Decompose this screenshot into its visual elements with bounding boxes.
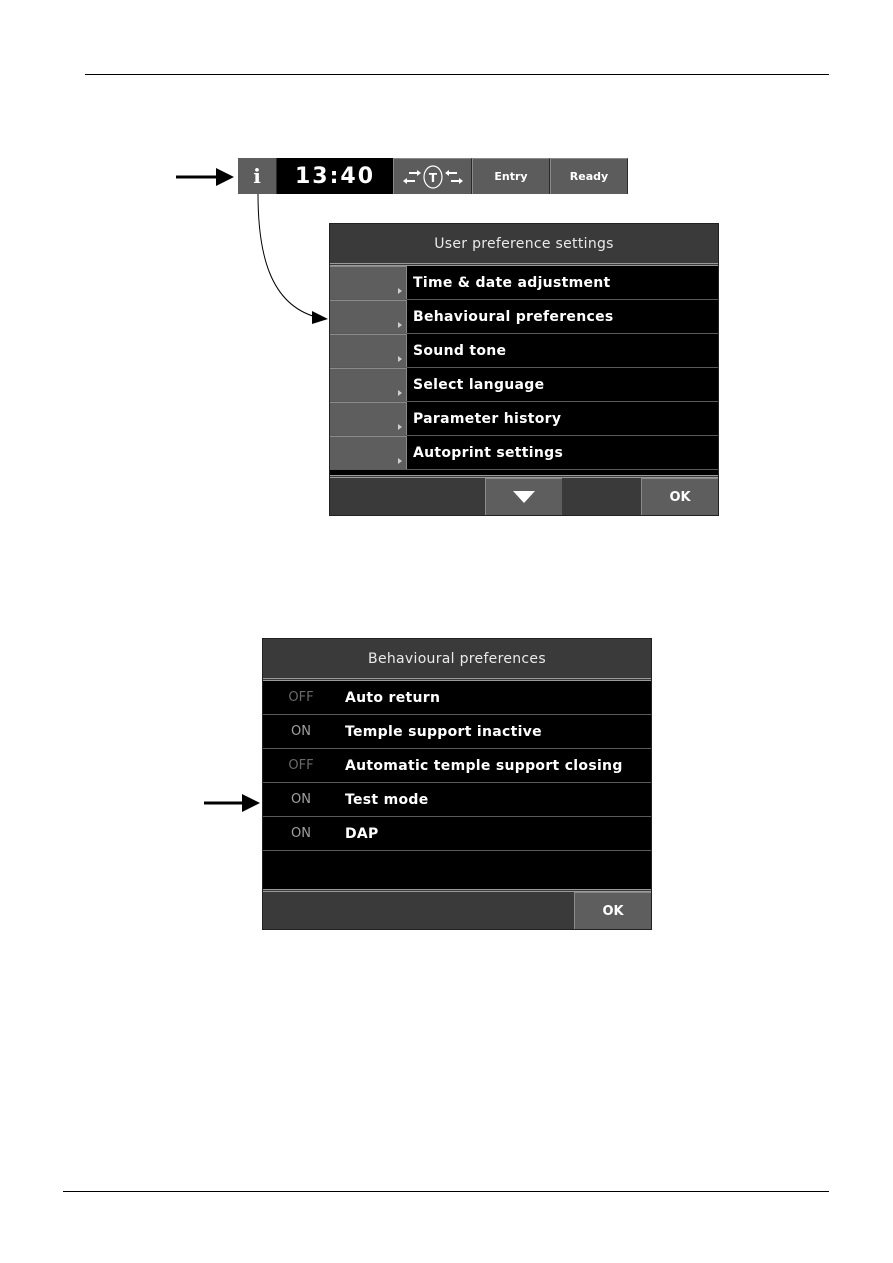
status-bar: i 13:40 T Entry Ready bbox=[238, 158, 628, 194]
header-rule bbox=[85, 74, 829, 75]
menu-item-label: Sound tone bbox=[413, 342, 507, 359]
setting-row-auto-return[interactable]: OFF Auto return bbox=[263, 681, 651, 715]
transfer-t-icon: T bbox=[402, 164, 463, 189]
curved-connector-arrow bbox=[250, 194, 330, 326]
setting-label: DAP bbox=[345, 825, 379, 842]
setting-row-temple-support-inactive[interactable]: ON Temple support inactive bbox=[263, 715, 651, 749]
info-button[interactable]: i bbox=[238, 158, 277, 194]
menu-item-autoprint-settings[interactable]: Autoprint settings bbox=[330, 436, 718, 470]
panel-title: User preference settings bbox=[330, 224, 718, 266]
toggle-state[interactable]: ON bbox=[263, 792, 339, 807]
toggle-state[interactable]: OFF bbox=[263, 758, 339, 773]
ready-button[interactable]: Ready bbox=[550, 158, 628, 194]
mode-button[interactable]: T bbox=[393, 158, 472, 194]
scroll-down-button[interactable] bbox=[485, 478, 562, 515]
chevron-right-icon bbox=[398, 322, 402, 328]
toggle-state[interactable]: OFF bbox=[263, 690, 339, 705]
panel-footer: OK bbox=[263, 889, 651, 929]
toggle-state[interactable]: ON bbox=[263, 724, 339, 739]
menu-item-button[interactable] bbox=[330, 368, 407, 401]
setting-row-automatic-temple-support-closing[interactable]: OFF Automatic temple support closing bbox=[263, 749, 651, 783]
menu-item-label: Parameter history bbox=[413, 410, 562, 427]
menu-item-label: Select language bbox=[413, 376, 545, 393]
pointer-arrow-test-mode bbox=[204, 792, 262, 814]
menu-item-button[interactable] bbox=[330, 300, 407, 333]
svg-text:T: T bbox=[428, 171, 437, 185]
pointer-arrow-info bbox=[176, 166, 236, 188]
panel-footer: OK bbox=[330, 475, 718, 515]
menu-item-button[interactable] bbox=[330, 436, 407, 469]
setting-label: Test mode bbox=[345, 791, 429, 808]
setting-label: Auto return bbox=[345, 689, 441, 706]
menu-item-label: Autoprint settings bbox=[413, 444, 564, 461]
panel-title: Behavioural preferences bbox=[263, 639, 651, 681]
menu-item-label: Time & date adjustment bbox=[413, 274, 611, 291]
setting-row-dap[interactable]: ON DAP bbox=[263, 817, 651, 851]
behavioural-preferences-panel: Behavioural preferences OFF Auto return … bbox=[262, 638, 652, 930]
menu-item-sound-tone[interactable]: Sound tone bbox=[330, 334, 718, 368]
menu-item-time-date[interactable]: Time & date adjustment bbox=[330, 266, 718, 300]
setting-row-test-mode[interactable]: ON Test mode bbox=[263, 783, 651, 817]
user-preference-settings-panel: User preference settings Time & date adj… bbox=[329, 223, 719, 516]
menu-item-parameter-history[interactable]: Parameter history bbox=[330, 402, 718, 436]
ok-button[interactable]: OK bbox=[641, 478, 718, 515]
toggle-state[interactable]: ON bbox=[263, 826, 339, 841]
setting-label: Temple support inactive bbox=[345, 723, 542, 740]
menu-item-button[interactable] bbox=[330, 402, 407, 435]
chevron-right-icon bbox=[398, 458, 402, 464]
chevron-right-icon bbox=[398, 288, 402, 294]
chevron-right-icon bbox=[398, 390, 402, 396]
footer-rule bbox=[63, 1191, 829, 1192]
menu-item-label: Behavioural preferences bbox=[413, 308, 614, 325]
ok-button[interactable]: OK bbox=[574, 892, 651, 929]
menu-item-button[interactable] bbox=[330, 334, 407, 367]
clock-display: 13:40 bbox=[277, 158, 393, 194]
entry-button[interactable]: Entry bbox=[472, 158, 550, 194]
menu-item-select-language[interactable]: Select language bbox=[330, 368, 718, 402]
menu-item-button[interactable] bbox=[330, 266, 407, 299]
info-icon: i bbox=[253, 164, 261, 188]
chevron-right-icon bbox=[398, 356, 402, 362]
chevron-right-icon bbox=[398, 424, 402, 430]
setting-label: Automatic temple support closing bbox=[345, 757, 623, 774]
menu-item-behavioural-preferences[interactable]: Behavioural preferences bbox=[330, 300, 718, 334]
triangle-down-icon bbox=[513, 491, 535, 503]
